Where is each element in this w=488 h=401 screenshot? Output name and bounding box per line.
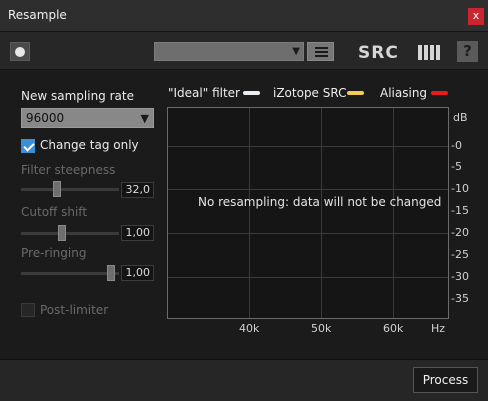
frequency-response-graph: No resampling: data will not be changed [167, 107, 449, 319]
db-tick-20: -20 [451, 226, 469, 239]
filter-steepness-label: Filter steepness [21, 163, 116, 177]
pre-ringing-input[interactable]: 1,00 [121, 265, 154, 281]
legend-aliasing-swatch [431, 91, 448, 95]
close-button[interactable]: x [468, 8, 484, 25]
legend-izotope-label: iZotope SRC [273, 86, 347, 100]
legend-izotope-swatch [347, 91, 364, 95]
post-limiter-label: Post-limiter [40, 303, 109, 317]
hz-unit-label: Hz [431, 322, 446, 335]
preset-dropdown[interactable]: ▼ [154, 42, 304, 61]
chevron-down-icon: ▼ [292, 46, 300, 57]
legend-ideal-label: "Ideal" filter [168, 86, 240, 100]
title-bar: Resample x [0, 0, 488, 32]
help-icon: ? [463, 42, 472, 60]
pre-ringing-track[interactable] [21, 272, 119, 275]
filter-steepness-slider[interactable] [53, 181, 61, 197]
brand-logo: SRC [358, 43, 399, 63]
db-unit-label: dB [453, 111, 468, 124]
record-icon [15, 47, 25, 57]
hz-tick-50k: 50k [311, 322, 332, 335]
db-tick-0: -0 [451, 139, 462, 152]
process-button[interactable]: Process [413, 367, 478, 393]
db-tick-5: -5 [451, 160, 462, 173]
db-tick-30: -30 [451, 270, 469, 283]
legend-ideal-swatch [243, 91, 260, 95]
db-tick-35: -35 [451, 292, 469, 305]
filter-steepness-track[interactable] [21, 188, 119, 191]
sampling-rate-value: 96000 [26, 111, 65, 125]
hz-tick-40k: 40k [239, 322, 260, 335]
legend-aliasing-label: Aliasing [380, 86, 428, 100]
grid-line-30db [168, 277, 448, 278]
change-tag-checkbox[interactable] [21, 139, 35, 153]
brand-bars-icon [418, 45, 440, 60]
hz-tick-60k: 60k [383, 322, 404, 335]
filter-steepness-input[interactable]: 32,0 [121, 182, 154, 198]
grid-line-50k [321, 108, 322, 318]
record-button[interactable] [10, 42, 30, 61]
toolbar: ▼ SRC ? [0, 32, 488, 70]
pre-ringing-label: Pre-ringing [21, 246, 87, 260]
db-tick-10: -10 [451, 182, 469, 195]
change-tag-label: Change tag only [40, 138, 139, 152]
grid-line-40k [249, 108, 250, 318]
cutoff-shift-slider[interactable] [58, 225, 66, 241]
post-limiter-checkbox[interactable] [21, 303, 35, 317]
grid-line-10db [168, 189, 448, 190]
cutoff-shift-track[interactable] [21, 232, 119, 235]
sampling-rate-select[interactable]: 96000 ▼ [21, 108, 154, 128]
window-title: Resample [8, 8, 67, 22]
sampling-rate-label: New sampling rate [21, 89, 134, 103]
db-tick-25: -25 [451, 248, 469, 261]
close-icon: x [472, 9, 480, 22]
grid-line-20db [168, 233, 448, 234]
db-tick-15: -15 [451, 204, 469, 217]
graph-message: No resampling: data will not be changed [198, 195, 442, 209]
cutoff-shift-label: Cutoff shift [21, 205, 88, 219]
grid-line-60k [393, 108, 394, 318]
pre-ringing-slider[interactable] [107, 265, 115, 281]
chevron-down-icon: ▼ [140, 112, 149, 125]
preset-menu-button[interactable] [307, 42, 334, 61]
cutoff-shift-input[interactable]: 1,00 [121, 225, 154, 241]
help-button[interactable]: ? [457, 41, 478, 62]
grid-line-0db [168, 146, 448, 147]
